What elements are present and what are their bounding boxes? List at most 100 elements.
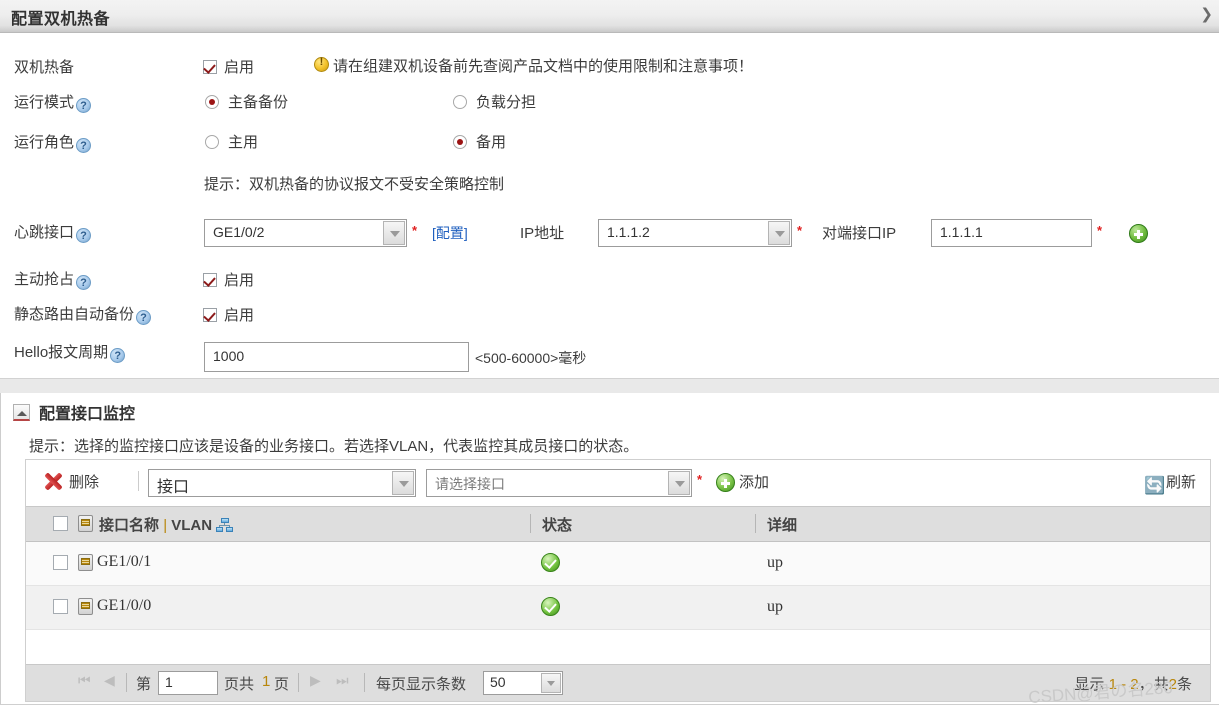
- total-records-label: 显示 1 - 2，共2条: [1074, 676, 1192, 693]
- run-mode-option1-label: 主备备份: [228, 94, 289, 111]
- refresh-label: 刷新: [1165, 474, 1196, 491]
- monitor-type-select[interactable]: 接口: [148, 469, 416, 497]
- section-divider: [0, 378, 1219, 394]
- table-row[interactable]: GE1/0/1 up: [26, 542, 1210, 586]
- page-prefix: 第: [136, 676, 152, 693]
- add-heartbeat-icon[interactable]: [1129, 224, 1148, 243]
- checkbox-box: [203, 308, 217, 322]
- hot-standby-checkbox[interactable]: 启用: [203, 56, 254, 77]
- row-interface-name: GE1/0/0: [97, 597, 152, 614]
- help-icon[interactable]: ?: [76, 228, 92, 243]
- run-role-option1-label: 主用: [228, 134, 259, 151]
- peer-ip-value: 1.1.1.1: [940, 224, 983, 240]
- radio-dot: [205, 135, 219, 149]
- section-header: 配置接口监控: [1, 398, 1219, 428]
- interface-icon: [78, 554, 93, 571]
- hello-interval-input[interactable]: 1000: [204, 342, 469, 372]
- run-mode-label: 运行模式?: [14, 91, 92, 113]
- table-row[interactable]: GE1/0/0 up: [26, 586, 1210, 630]
- heartbeat-ip-label: IP地址: [520, 225, 565, 242]
- run-role-label: 运行角色?: [14, 131, 92, 153]
- run-role-option-primary[interactable]: 主用: [205, 131, 258, 152]
- heartbeat-ip-select[interactable]: 1.1.1.2: [598, 219, 792, 247]
- network-icon: [216, 518, 234, 533]
- warning-icon: [314, 56, 329, 72]
- interface-monitor-panel: 删除 接口 请选择接口 * 添加 🔄刷新 接口名称 | VLAN 状态 详细 G…: [25, 459, 1211, 702]
- run-role-option-standby[interactable]: 备用: [453, 131, 506, 152]
- run-mode-option-load-balance[interactable]: 负载分担: [453, 91, 536, 112]
- interface-select-placeholder: 请选择接口: [435, 476, 505, 492]
- table-pager: ⏮ ◀ 第 1 页共 1 页 ▶ ⏭ 每页显示条数 50 显示 1 - 2，共2…: [26, 664, 1210, 701]
- run-mode-option-active-standby[interactable]: 主备备份: [205, 91, 288, 112]
- interface-icon: [78, 598, 93, 615]
- peer-ip-label: 对端接口IP: [822, 225, 897, 242]
- heartbeat-interface-value: GE1/0/2: [213, 224, 265, 240]
- interface-monitor-section: 配置接口监控 提示：选择的监控接口应该是设备的业务接口。若选择VLAN，代表监控…: [0, 393, 1219, 709]
- interface-icon: [78, 515, 93, 532]
- hello-interval-range: <500-60000>毫秒: [475, 350, 587, 366]
- static-route-backup-checkbox[interactable]: 启用: [203, 304, 254, 325]
- row-detail: up: [767, 554, 783, 571]
- per-page-select[interactable]: 50: [483, 671, 563, 695]
- radio-dot: [453, 95, 467, 109]
- row-detail: up: [767, 598, 783, 615]
- add-icon[interactable]: [716, 473, 735, 492]
- heartbeat-required-mark: *: [412, 223, 418, 238]
- row-checkbox[interactable]: [53, 599, 68, 614]
- panel-toolbar: 删除 接口 请选择接口 * 添加 🔄刷新: [26, 460, 1210, 506]
- preempt-label: 主动抢占?: [14, 268, 92, 290]
- refresh-button[interactable]: 🔄刷新: [1144, 471, 1196, 495]
- page-title: 配置双机热备: [11, 11, 111, 28]
- heartbeat-config-link[interactable]: [配置]: [432, 223, 468, 243]
- run-mode-option2-label: 负载分担: [476, 94, 537, 111]
- preempt-checkbox[interactable]: 启用: [203, 269, 254, 290]
- help-icon[interactable]: ?: [110, 348, 126, 363]
- heartbeat-interface-select[interactable]: GE1/0/2: [204, 219, 407, 247]
- static-route-backup-checkbox-label: 启用: [224, 307, 255, 324]
- chevron-down-icon: [392, 471, 414, 495]
- interface-table: 接口名称 | VLAN 状态 详细 GE1/0/1 up GE1/0/0 up: [26, 506, 1210, 630]
- help-icon[interactable]: ?: [76, 98, 92, 113]
- preempt-checkbox-label: 启用: [224, 272, 255, 289]
- peer-ip-input[interactable]: 1.1.1.1: [931, 219, 1092, 247]
- heartbeat-ip-required-mark: *: [797, 223, 803, 238]
- hot-standby-label: 双机热备: [14, 59, 75, 76]
- bottom-border: [0, 704, 1219, 709]
- section-tip: 提示：选择的监控接口应该是设备的业务接口。若选择VLAN，代表监控其成员接口的状…: [29, 438, 639, 455]
- radio-dot: [453, 135, 467, 149]
- chevron-down-icon: [541, 673, 561, 693]
- chevron-right-icon[interactable]: ❯: [1200, 5, 1213, 23]
- per-page-label: 每页显示条数: [376, 676, 467, 693]
- toolbar-divider: [138, 471, 139, 491]
- main-form: 双机热备 启用 请在组建双机设备前先查阅产品文档中的使用限制和注意事项！ 运行模…: [0, 34, 1219, 378]
- section-title: 配置接口监控: [39, 406, 136, 423]
- row-checkbox[interactable]: [53, 555, 68, 570]
- page-mid-label: 页共: [224, 676, 255, 693]
- help-icon[interactable]: ?: [136, 310, 152, 325]
- col-detail: 详细: [767, 517, 798, 534]
- prev-page-icon[interactable]: ◀: [104, 672, 115, 689]
- first-page-icon[interactable]: ⏮: [78, 672, 91, 689]
- last-page-icon[interactable]: ⏭: [336, 672, 349, 689]
- add-button[interactable]: 添加: [739, 471, 769, 492]
- select-all-checkbox[interactable]: [53, 516, 68, 531]
- delete-icon[interactable]: [44, 472, 63, 491]
- help-icon[interactable]: ?: [76, 275, 92, 290]
- column-separator: [530, 514, 531, 533]
- delete-button[interactable]: 删除: [69, 471, 99, 492]
- static-route-backup-label: 静态路由自动备份?: [14, 303, 152, 325]
- page-number-value: 1: [165, 674, 173, 690]
- row-interface-name: GE1/0/1: [97, 553, 152, 570]
- help-icon[interactable]: ?: [76, 138, 92, 153]
- refresh-icon: 🔄: [1143, 476, 1166, 495]
- next-page-icon[interactable]: ▶: [310, 672, 321, 689]
- page-number-input[interactable]: 1: [158, 671, 218, 695]
- hot-standby-checkbox-label: 启用: [224, 59, 255, 76]
- interface-select[interactable]: 请选择接口: [426, 469, 692, 497]
- window-titlebar: 配置双机热备 ❯: [0, 0, 1219, 33]
- total-pages: 1: [262, 673, 271, 690]
- hello-interval-value: 1000: [213, 348, 245, 364]
- checkbox-box: [203, 60, 217, 74]
- collapse-toggle-icon[interactable]: [13, 404, 30, 421]
- col-status: 状态: [542, 517, 573, 534]
